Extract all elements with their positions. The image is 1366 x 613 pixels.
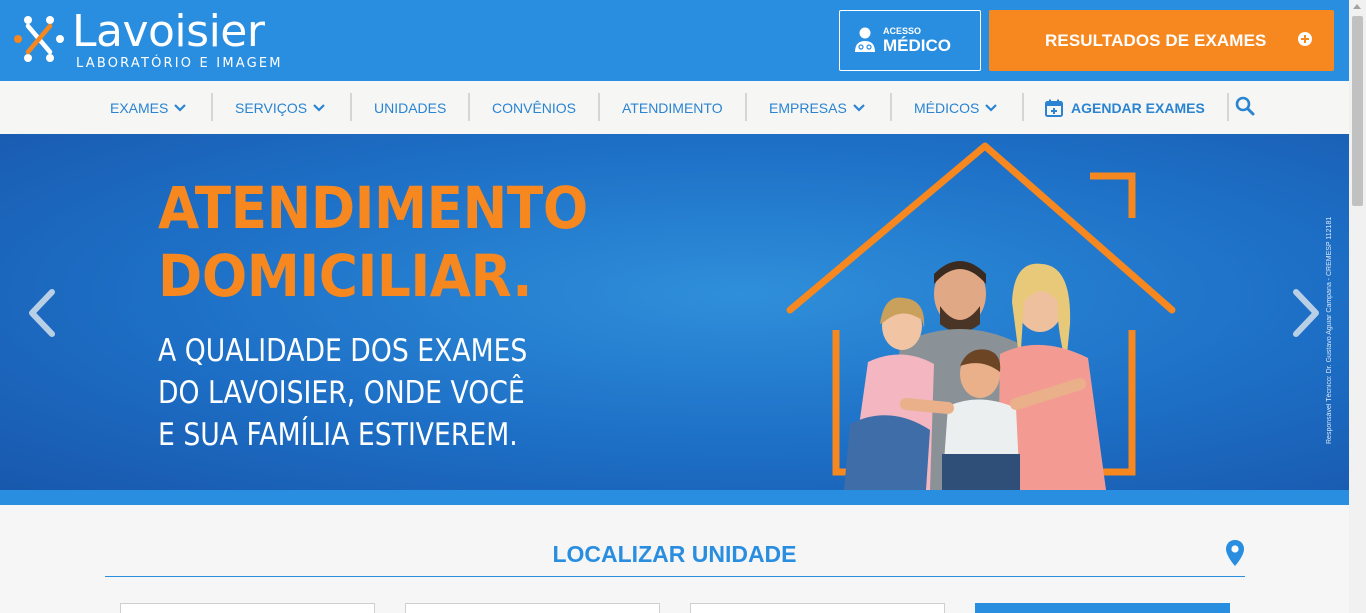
hero-subtitle: A QUALIDADE DOS EXAMES DO LAVOISIER, OND… [158,330,527,456]
chevron-down-icon [853,103,865,112]
nav-divider [598,93,600,121]
chevron-down-icon [174,103,187,112]
chevron-down-icon [985,103,998,112]
logo[interactable]: Lavoisier LABORATÓRIO E IMAGEM [14,8,284,74]
nav-item-convenios[interactable]: CONVÊNIOS [492,81,576,134]
nav-item-label: AGENDAR EXAMES [1071,99,1205,116]
plus-circle-icon [1298,32,1312,46]
hero-subtitle-line3: E SUA FAMÍLIA ESTIVEREM. [158,417,518,453]
chevron-down-icon [313,103,325,112]
page: Lavoisier LABORATÓRIO E IMAGEM ACESSO MÉ… [0,0,1349,613]
nav-item-unidades[interactable]: UNIDADES [374,81,446,134]
search-field-3[interactable] [690,603,945,613]
page-scrollbar[interactable] [1349,0,1366,613]
chevron-left-icon[interactable] [26,288,58,338]
medico-big-label: MÉDICO [883,36,951,55]
nav-item-label: ATENDIMENTO [622,99,723,116]
results-label: RESULTADOS DE EXAMES [1045,31,1267,50]
site-header: Lavoisier LABORATÓRIO E IMAGEM ACESSO MÉ… [0,0,1349,81]
resultados-exames-button[interactable]: RESULTADOS DE EXAMES [989,10,1334,71]
nav-divider [745,93,747,121]
scroll-up-arrow-icon[interactable] [1353,4,1361,9]
nav-item-label: MÉDICOS [914,99,980,116]
scroll-thumb[interactable] [1352,16,1363,206]
nav-item-label: CONVÊNIOS [492,99,577,116]
nav-divider [211,93,213,121]
nav-item-medicos[interactable]: MÉDICOS [914,81,998,134]
section-divider [105,576,1245,577]
nav-item-label: SERVIÇOS [235,99,308,116]
lavoisier-logo-mark-icon [14,16,64,62]
search-field-2[interactable] [405,603,660,613]
nav-divider [890,93,892,121]
doctor-icon [855,27,875,52]
hero-banner[interactable]: ATENDIMENTO DOMICILIAR. A QUALIDADE DOS … [0,134,1349,490]
nav-item-agendar-exames[interactable]: AGENDAR EXAMES [1045,81,1205,134]
nav-divider [350,93,352,121]
nav-item-label: EXAMES [110,99,169,116]
hero-title-line1: ATENDIMENTO [158,174,588,242]
search-icon[interactable] [1235,96,1255,116]
acesso-medico-button[interactable]: ACESSO MÉDICO [839,10,981,71]
hero-subtitle-line2: DO LAVOISIER, ONDE VOCÊ [158,375,525,411]
nav-item-label: EMPRESAS [769,99,847,116]
nav-item-exames[interactable]: EXAMES [110,81,187,134]
logo-name: Lavoisier [72,6,265,57]
search-submit-button[interactable] [975,603,1230,613]
hero-bottom-strip [0,490,1349,505]
hero-subtitle-line1: A QUALIDADE DOS EXAMES [158,333,528,369]
calendar-plus-icon [1045,99,1063,117]
section-title: LOCALIZAR UNIDADE [552,541,797,567]
hero-title-line2: DOMICILIAR. [158,242,533,310]
localizar-unidade-section: LOCALIZAR UNIDADE [0,505,1349,613]
nav-divider [1022,93,1024,121]
nav-divider [1227,93,1229,121]
nav-divider [468,93,470,121]
family-photo [844,261,1106,490]
medico-small-label: ACESSO [883,26,922,36]
nav-item-atendimento[interactable]: ATENDIMENTO [622,81,723,134]
search-field-1[interactable] [120,603,375,613]
nav-item-label: UNIDADES [374,99,447,116]
main-nav: EXAMES SERVIÇOS UNIDADES CONVÊNIOS ATEND… [0,81,1349,134]
responsible-technician-note: Responsável Técnico: Dr. Gustavo Aguiar … [1326,216,1333,444]
chevron-right-icon[interactable] [1290,288,1322,338]
nav-item-servicos[interactable]: SERVIÇOS [235,81,325,134]
nav-item-empresas[interactable]: EMPRESAS [769,81,865,134]
logo-subtitle: LABORATÓRIO E IMAGEM [76,56,283,71]
map-pin-icon [1226,540,1244,566]
